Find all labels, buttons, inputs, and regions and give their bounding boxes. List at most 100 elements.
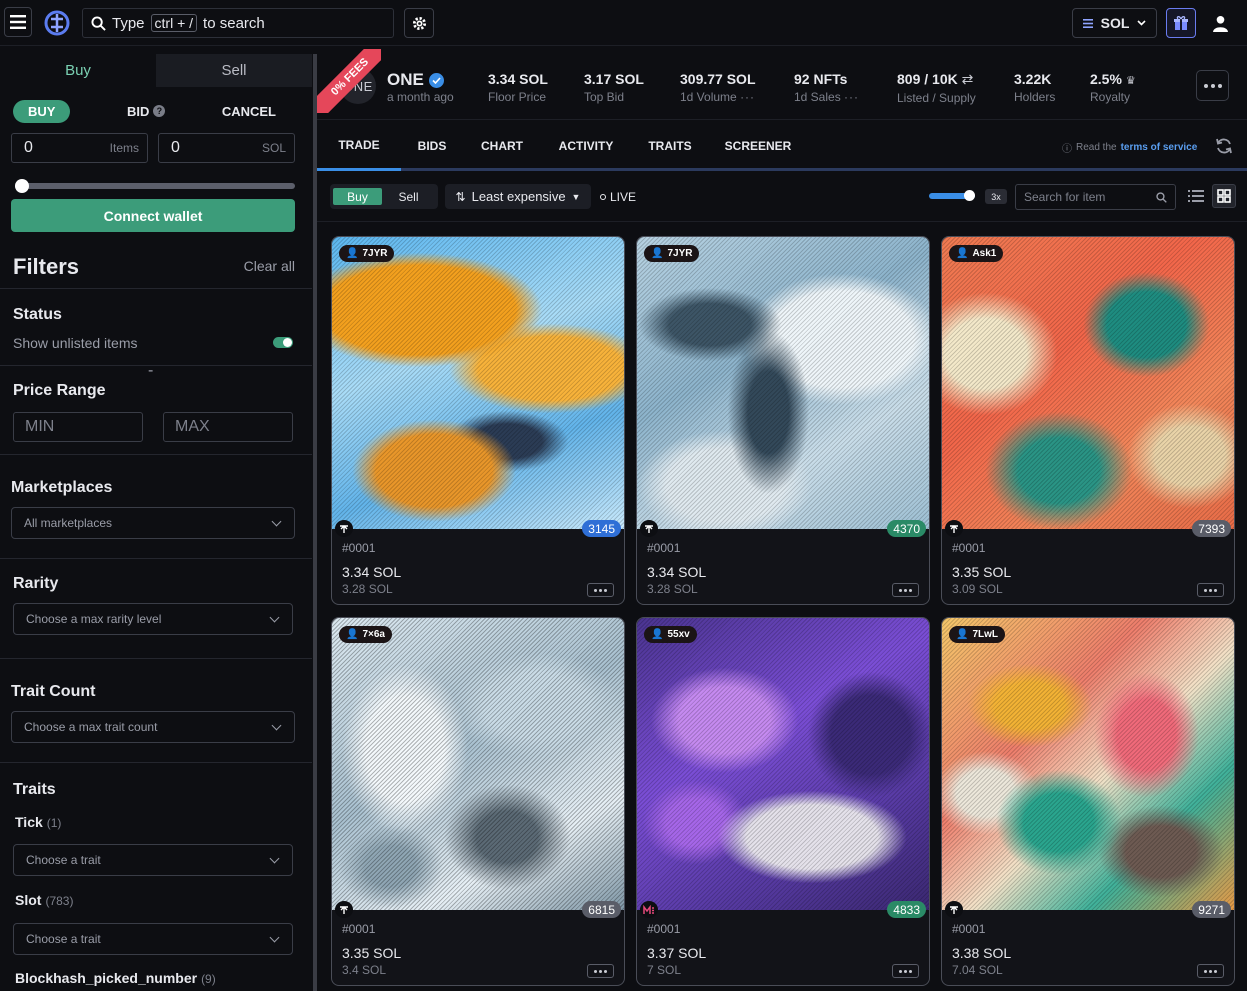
mode-bid-button[interactable]: BID?: [127, 104, 166, 119]
settings-button[interactable]: [404, 8, 434, 38]
tensor-icon: [335, 901, 353, 918]
toggle-sell[interactable]: Sell: [382, 190, 435, 204]
show-unlisted-label: Show unlisted items: [13, 335, 138, 351]
items-quantity-input[interactable]: 0 Items: [11, 133, 148, 163]
more-icon[interactable]: ···: [844, 90, 859, 104]
nft-artwork[interactable]: [332, 237, 624, 529]
nft-artwork[interactable]: [637, 618, 929, 910]
owner-tag[interactable]: 👤 7JYR: [339, 245, 395, 262]
chevron-down-icon: [269, 612, 280, 622]
nft-artwork[interactable]: [332, 618, 624, 910]
rewards-button[interactable]: [1166, 8, 1196, 38]
tab-buy[interactable]: Buy: [0, 54, 156, 87]
rarity-select[interactable]: Choose a max rarity level: [13, 603, 293, 635]
clear-all-link[interactable]: Clear all: [244, 258, 295, 274]
help-icon[interactable]: ?: [153, 105, 166, 117]
grid-view-button[interactable]: [1212, 184, 1236, 208]
tab-activity[interactable]: ACTIVITY: [547, 121, 625, 171]
tab-bids[interactable]: BIDS: [401, 121, 463, 171]
search-icon: [91, 15, 106, 31]
live-indicator[interactable]: LIVE: [600, 190, 636, 204]
live-label: LIVE: [610, 190, 637, 204]
refresh-icon[interactable]: [1214, 136, 1234, 156]
owner-tag[interactable]: 👤 Ask1: [949, 245, 1004, 262]
items-unit-label: Items: [109, 141, 139, 155]
nft-card[interactable]: 👤 7JYR 3145 #0001 3.34 SOL 3.28 SOL: [331, 236, 625, 605]
swap-icon[interactable]: ⇄: [962, 71, 974, 87]
tab-traits[interactable]: TRAITS: [635, 121, 705, 171]
owner-tag[interactable]: 👤 7LwL: [949, 626, 1006, 643]
nft-card[interactable]: 👤 55xv 4833 #0001 3.37 SOL 7 SOL: [636, 617, 930, 986]
card-more-button[interactable]: [1197, 964, 1224, 978]
item-search-input[interactable]: Search for item: [1015, 184, 1176, 210]
tab-sell[interactable]: Sell: [156, 54, 312, 87]
card-more-button[interactable]: [892, 964, 919, 978]
toggle-buy[interactable]: Buy: [333, 188, 382, 205]
grid-zoom-slider[interactable]: [929, 190, 975, 201]
more-icon-dot: [1214, 588, 1217, 592]
search-input[interactable]: Type ctrl + / to search: [82, 8, 394, 38]
connect-wallet-button[interactable]: Connect wallet: [11, 199, 295, 232]
card-more-button[interactable]: [1197, 583, 1224, 597]
card-more-button[interactable]: [892, 583, 919, 597]
nft-card[interactable]: 👤 Ask1 7393 #0001 3.35 SOL 3.09 SOL: [941, 236, 1235, 605]
nft-artwork[interactable]: [942, 618, 1234, 910]
owner-name: 7JYR: [667, 248, 693, 259]
divider: [0, 288, 312, 289]
terms-of-service-link[interactable]: terms of service: [1121, 142, 1198, 153]
price-max-input[interactable]: MAX: [163, 412, 293, 442]
nft-card[interactable]: 👤 7JYR 4370 #0001 3.34 SOL 3.28 SOL: [636, 236, 930, 605]
profile-button[interactable]: [1205, 8, 1235, 38]
nft-artwork[interactable]: [637, 237, 929, 529]
more-icon-dot: [909, 588, 912, 592]
sort-select[interactable]: ⇅ Least expensive ▼: [445, 184, 591, 209]
card-more-button[interactable]: [587, 583, 614, 597]
divider: [0, 762, 312, 763]
chevron-down-icon: [269, 853, 280, 863]
price-min-input[interactable]: MIN: [13, 412, 143, 442]
card-more-button[interactable]: [587, 964, 614, 978]
user-icon: 👤: [956, 629, 969, 640]
gift-icon: [1174, 16, 1188, 30]
show-unlisted-toggle[interactable]: [273, 337, 293, 348]
logo[interactable]: [42, 8, 72, 38]
currency-select[interactable]: SOL: [1072, 8, 1157, 38]
stat-1d-volume: 309.77 SOL 1d Volume ···: [680, 71, 756, 104]
trait-count-select[interactable]: Choose a max trait count: [11, 711, 295, 743]
trait-blockhash-label: Blockhash_picked_number (9): [15, 970, 216, 986]
mode-cancel-button[interactable]: CANCEL: [222, 104, 293, 119]
sol-amount-input[interactable]: 0 SOL: [158, 133, 295, 163]
hamburger-menu-button[interactable]: [4, 7, 32, 37]
trait-tick-select[interactable]: Choose a trait: [13, 844, 293, 876]
quantity-slider[interactable]: [15, 179, 295, 193]
currency-label: SOL: [1100, 15, 1130, 31]
marketplaces-select[interactable]: All marketplaces: [11, 507, 295, 539]
nft-card[interactable]: 👤 7×6a 6815 #0001 3.35 SOL 3.4 SOL: [331, 617, 625, 986]
nft-card[interactable]: 👤 7LwL 9271 #0001 3.38 SOL 7.04 SOL: [941, 617, 1235, 986]
list-view-icon[interactable]: [1186, 186, 1206, 206]
tab-trade[interactable]: TRADE: [317, 121, 401, 171]
solana-icon: [1082, 18, 1093, 28]
tab-screener[interactable]: SCREENER: [715, 121, 801, 171]
rarity-title: Rarity: [13, 575, 59, 592]
owner-tag[interactable]: 👤 7×6a: [339, 626, 392, 643]
top-bar: Type ctrl + / to search SOL: [0, 0, 1247, 46]
nft-artwork[interactable]: [942, 237, 1234, 529]
stat-label: Holders: [1014, 90, 1056, 104]
user-icon: 👤: [346, 629, 359, 640]
mode-buy-button[interactable]: BUY: [13, 99, 71, 123]
artwork-texture: [332, 618, 624, 910]
zoom-level-badge: 3x: [985, 189, 1007, 204]
collection-more-button[interactable]: [1196, 70, 1229, 101]
owner-tag[interactable]: 👤 55xv: [644, 626, 697, 643]
quantity-slider-handle[interactable]: [15, 179, 29, 193]
trait-slot-placeholder: Choose a trait: [26, 932, 101, 946]
info-icon: ⓘ: [1062, 144, 1072, 155]
trait-slot-select[interactable]: Choose a trait: [13, 923, 293, 955]
more-icon[interactable]: ···: [740, 90, 755, 104]
tab-chart[interactable]: CHART: [467, 121, 537, 171]
stat-holders: 3.22K Holders: [1014, 71, 1055, 104]
owner-tag[interactable]: 👤 7JYR: [644, 245, 700, 262]
stat-label: Floor Price: [488, 90, 547, 104]
more-icon-dot: [594, 969, 597, 973]
